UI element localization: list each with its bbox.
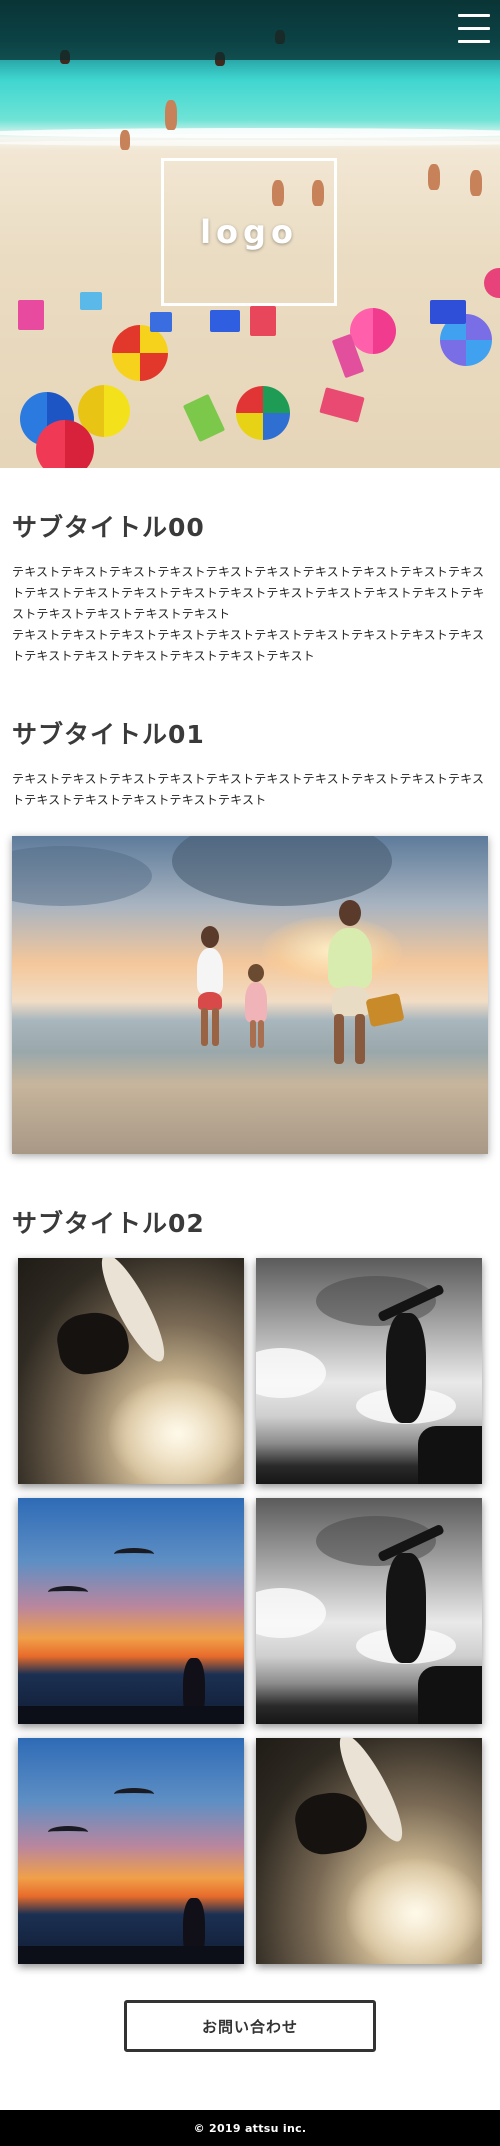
girl-leg	[258, 1020, 264, 1048]
beach-towel	[319, 387, 365, 423]
umbrella-yellow-red	[112, 325, 168, 381]
hero-banner: logo	[0, 0, 500, 468]
cloud	[172, 836, 392, 906]
boy-leg	[212, 1008, 219, 1046]
father-head	[339, 900, 361, 926]
footer: © 2019 attsu inc.	[0, 2110, 500, 2146]
shoreline	[18, 1706, 244, 1724]
girl-head	[248, 964, 264, 982]
umbrella-multicolor	[236, 386, 290, 440]
jumper-silhouette	[386, 1553, 426, 1663]
father-figure	[328, 928, 372, 988]
copyright-text: © 2019 attsu inc.	[193, 2121, 307, 2135]
beachgoer	[428, 164, 440, 190]
beachgoer	[470, 170, 482, 196]
beach-towel	[150, 312, 172, 332]
paraglider	[114, 1788, 154, 1800]
umbrella-pink	[350, 308, 396, 354]
umbrella-pink-edge	[484, 268, 500, 298]
wave-spray	[108, 1378, 244, 1484]
boy-leg	[201, 1008, 208, 1046]
hamburger-line	[458, 40, 490, 43]
girl-figure	[245, 982, 267, 1022]
cloud	[12, 846, 152, 906]
photo-gallery	[0, 1258, 500, 1964]
father-leg	[334, 1014, 344, 1064]
beachgoer	[165, 100, 177, 130]
cloud	[256, 1348, 326, 1398]
gallery-tile-paraglider[interactable]	[18, 1498, 244, 1724]
cloud	[256, 1588, 326, 1638]
beach-towel	[210, 310, 240, 332]
rock	[418, 1666, 482, 1724]
paraglider	[114, 1548, 154, 1560]
beach-towel	[430, 300, 466, 324]
picnic-basket	[365, 992, 405, 1028]
paraglider	[48, 1586, 88, 1598]
boy-head	[201, 926, 219, 948]
girl-leg	[250, 1020, 256, 1048]
contact-button[interactable]: お問い合わせ	[124, 2000, 376, 2052]
beach-towel	[250, 306, 276, 336]
jumper-silhouette	[386, 1313, 426, 1423]
paraglider	[48, 1826, 88, 1838]
wave-foam	[0, 128, 500, 138]
beachgoer	[120, 130, 130, 150]
section-title: サブタイトル00	[12, 513, 205, 542]
gallery-tile-paraglider[interactable]	[18, 1738, 244, 1964]
father-leg	[355, 1014, 365, 1064]
hamburger-menu-icon[interactable]	[458, 12, 490, 46]
family-beach-photo	[12, 836, 488, 1154]
section-01: サブタイトル01 テキストテキストテキストテキストテキストテキストテキストテキス…	[0, 667, 500, 811]
wave-spray	[346, 1858, 482, 1964]
gallery-tile-jumper[interactable]	[256, 1498, 482, 1724]
gallery-tile-surfer[interactable]	[256, 1738, 482, 1964]
section-00: サブタイトル00 テキストテキストテキストテキストテキストテキストテキストテキス…	[0, 468, 500, 667]
section-paragraph: テキストテキストテキストテキストテキストテキストテキストテキストテキストテキスト…	[12, 565, 485, 621]
boy-figure	[197, 948, 223, 994]
section-paragraph: テキストテキストテキストテキストテキストテキストテキストテキストテキストテキスト…	[12, 628, 485, 663]
contact-button-wrapper: お問い合わせ	[0, 1964, 500, 2052]
beach-towel	[18, 300, 44, 330]
section-title: サブタイトル01	[12, 720, 205, 749]
section-title: サブタイトル02	[12, 1209, 205, 1238]
logo-text: logo	[200, 213, 298, 251]
boy-shorts	[198, 992, 222, 1010]
rock	[418, 1426, 482, 1484]
shoreline	[18, 1946, 244, 1964]
gallery-tile-jumper[interactable]	[256, 1258, 482, 1484]
hamburger-line	[458, 27, 490, 30]
beach-towel	[182, 393, 226, 443]
section-02: サブタイトル02	[0, 1154, 500, 1240]
top-navigation-bar	[0, 0, 500, 60]
section-paragraph: テキストテキストテキストテキストテキストテキストテキストテキストテキストテキスト…	[12, 772, 485, 807]
beach-towel	[80, 292, 102, 310]
logo[interactable]: logo	[161, 158, 337, 306]
hamburger-line	[458, 14, 490, 17]
gallery-tile-surfer[interactable]	[18, 1258, 244, 1484]
wave-foam	[0, 140, 500, 146]
father-shorts	[332, 986, 370, 1016]
